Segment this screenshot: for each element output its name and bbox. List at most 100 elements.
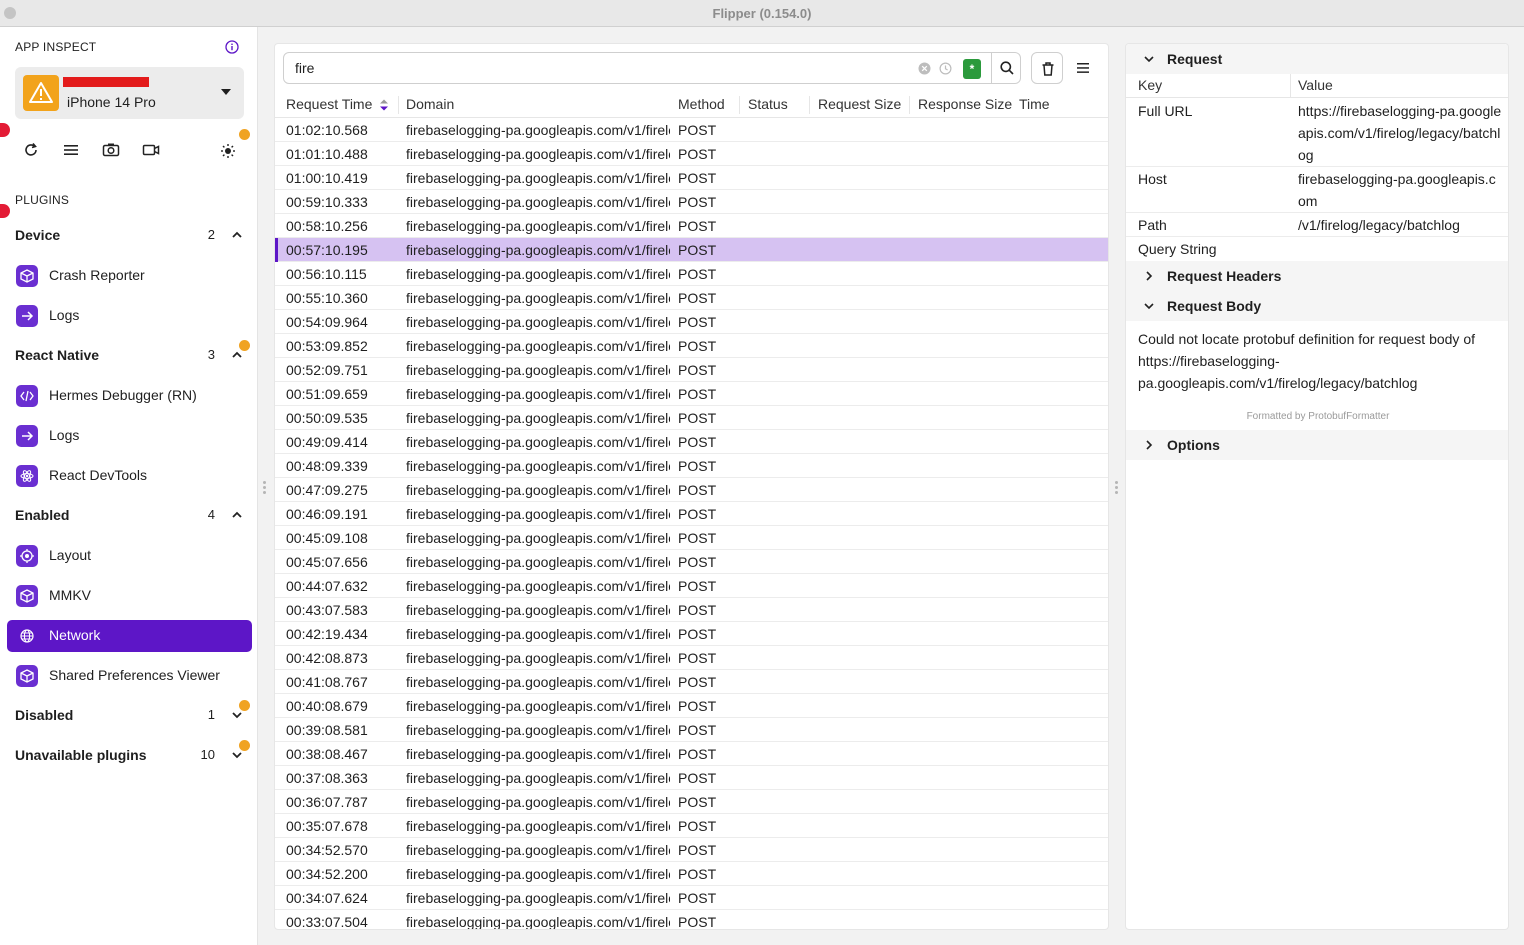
clear-search-icon[interactable] [918,62,931,75]
search-input[interactable]: fire [295,60,314,76]
cell-request-time: 00:53:09.852 [286,338,368,354]
regex-toggle-button[interactable]: * [963,59,981,79]
table-row[interactable]: 00:58:10.256 firebaselogging-pa.googleapi… [275,214,1108,238]
cell-request-time: 00:33:07.504 [286,914,368,930]
sidebar: APP INSPECT iPhone 14 Pro PLUGINS Device… [0,27,258,945]
table-row[interactable]: 00:52:09.751 firebaselogging-pa.googleapi… [275,358,1108,382]
column-header-domain[interactable]: Domain [406,96,454,112]
table-row[interactable]: 00:45:07.656 firebaselogging-pa.googleapi… [275,550,1108,574]
section-request-body[interactable]: Request Body [1126,291,1508,321]
table-row[interactable]: 00:40:08.679 firebaselogging-pa.googleapi… [275,694,1108,718]
kv-value[interactable]: https://firebaselogging-pa.googleapis.co… [1298,100,1503,166]
sidebar-item-react-devtools[interactable]: React DevTools [7,460,252,492]
table-row[interactable]: 00:48:09.339 firebaselogging-pa.googleapi… [275,454,1108,478]
table-row[interactable]: 01:02:10.568 firebaselogging-pa.googleapi… [275,118,1108,142]
sort-icon[interactable] [380,98,388,112]
table-row[interactable]: 00:45:09.108 firebaselogging-pa.googleapi… [275,526,1108,550]
sidebar-item-network[interactable]: Network [7,620,252,652]
network-panel: fire * Request Time Domain Method Status… [274,43,1109,930]
table-row[interactable]: 00:42:19.434 firebaselogging-pa.googleapi… [275,622,1108,646]
cell-method: POST [678,506,717,522]
sidebar-item-shared-preferences[interactable]: Shared Preferences Viewer [7,660,252,692]
table-row[interactable]: 00:33:07.504 firebaselogging-pa.googleapi… [275,910,1108,930]
table-row[interactable]: 01:01:10.488 firebaselogging-pa.googleapi… [275,142,1108,166]
sidebar-item-crash-reporter[interactable]: Crash Reporter [7,260,252,292]
table-row[interactable]: 00:54:09.964 firebaselogging-pa.googleapi… [275,310,1108,334]
divider [991,53,992,83]
table-row[interactable]: 01:00:10.419 firebaselogging-pa.googleapi… [275,166,1108,190]
group-unavailable[interactable]: Unavailable plugins 10 [15,746,245,766]
column-header-status[interactable]: Status [748,96,788,112]
table-row[interactable]: 00:39:08.581 firebaselogging-pa.googleapi… [275,718,1108,742]
sidebar-item-mmkv[interactable]: MMKV [7,580,252,612]
sidebar-item-label: Layout [49,547,92,563]
cell-request-time: 00:58:10.256 [286,218,368,234]
table-row[interactable]: 00:37:08.363 firebaselogging-pa.googleapi… [275,766,1108,790]
table-row[interactable]: 00:38:08.467 firebaselogging-pa.googleapi… [275,742,1108,766]
group-label: Device [15,227,61,243]
detail-resize-handle[interactable] [1115,481,1118,495]
section-request[interactable]: Request [1126,44,1508,74]
table-row[interactable]: 00:35:07.678 firebaselogging-pa.googleapi… [275,814,1108,838]
section-request-headers[interactable]: Request Headers [1126,261,1508,291]
table-row[interactable]: 00:49:09.414 firebaselogging-pa.googleapi… [275,430,1108,454]
reload-icon[interactable] [21,140,41,160]
column-header-method[interactable]: Method [678,96,725,112]
search-icon[interactable] [999,60,1015,76]
table-row[interactable]: 00:56:10.115 firebaselogging-pa.googleapi… [275,262,1108,286]
menu-icon[interactable] [61,140,81,160]
sidebar-item-label: Shared Preferences Viewer [49,667,220,683]
table-row[interactable]: 00:46:09.191 firebaselogging-pa.googleapi… [275,502,1108,526]
history-icon[interactable] [939,62,952,75]
table-row[interactable]: 00:47:09.275 firebaselogging-pa.googleapi… [275,478,1108,502]
video-icon[interactable] [141,140,161,160]
table-row[interactable]: 00:44:07.632 firebaselogging-pa.googleapi… [275,574,1108,598]
table-row[interactable]: 00:53:09.852 firebaselogging-pa.googleapi… [275,334,1108,358]
device-selector[interactable]: iPhone 14 Pro [15,67,244,119]
cell-domain: firebaselogging-pa.googleapis.com/v1/fir… [406,794,670,810]
table-row[interactable]: 00:36:07.787 firebaselogging-pa.googleapi… [275,790,1108,814]
kv-value[interactable]: /v1/firelog/legacy/batchlog [1298,214,1503,236]
group-disabled[interactable]: Disabled 1 [15,706,245,726]
cell-request-time: 01:02:10.568 [286,122,368,138]
table-row[interactable]: 00:55:10.360 firebaselogging-pa.googleapi… [275,286,1108,310]
column-header-request-size[interactable]: Request Size [818,96,901,112]
column-header-request-time[interactable]: Request Time [286,96,372,112]
kv-value[interactable]: firebaselogging-pa.googleapis.com [1298,168,1503,212]
cell-request-time: 00:55:10.360 [286,290,368,306]
chevron-down-icon [232,752,242,759]
sidebar-item-logs-rn[interactable]: Logs [7,420,252,452]
group-enabled[interactable]: Enabled 4 [15,506,245,526]
table-row[interactable]: 00:51:09.659 firebaselogging-pa.googleapi… [275,382,1108,406]
clear-requests-button[interactable] [1031,52,1063,84]
cell-domain: firebaselogging-pa.googleapis.com/v1/fir… [406,290,670,306]
column-header-time[interactable]: Time [1019,96,1050,112]
section-options[interactable]: Options [1126,430,1508,460]
brightness-icon[interactable] [218,140,238,160]
group-count: 3 [207,347,215,362]
search-bar[interactable]: fire * [283,52,1021,84]
sidebar-resize-handle[interactable] [263,481,266,495]
table-row[interactable]: 00:57:10.195 firebaselogging-pa.googleapi… [275,238,1108,262]
info-icon[interactable] [225,40,239,54]
sidebar-item-hermes-debugger[interactable]: Hermes Debugger (RN) [7,380,252,412]
cell-domain: firebaselogging-pa.googleapis.com/v1/fir… [406,482,670,498]
table-row[interactable]: 00:34:52.200 firebaselogging-pa.googleapi… [275,862,1108,886]
group-count: 4 [207,507,215,522]
cell-method: POST [678,194,717,210]
table-row[interactable]: 00:34:52.570 firebaselogging-pa.googleapi… [275,838,1108,862]
table-row[interactable]: 00:59:10.333 firebaselogging-pa.googleapi… [275,190,1108,214]
camera-icon[interactable] [101,140,121,160]
column-header-response-size[interactable]: Response Size [918,96,1012,112]
table-row[interactable]: 00:43:07.583 firebaselogging-pa.googleapi… [275,598,1108,622]
more-menu-icon[interactable] [1075,60,1091,76]
table-row[interactable]: 00:42:08.873 firebaselogging-pa.googleapi… [275,646,1108,670]
table-row[interactable]: 00:41:08.767 firebaselogging-pa.googleapi… [275,670,1108,694]
table-row[interactable]: 00:34:07.624 firebaselogging-pa.googleapi… [275,886,1108,910]
sidebar-item-logs-device[interactable]: Logs [7,300,252,332]
cell-method: POST [678,842,717,858]
group-react-native[interactable]: React Native 3 [15,346,245,366]
table-row[interactable]: 00:50:09.535 firebaselogging-pa.googleapi… [275,406,1108,430]
group-device[interactable]: Device 2 [15,226,245,246]
sidebar-item-layout[interactable]: Layout [7,540,252,572]
